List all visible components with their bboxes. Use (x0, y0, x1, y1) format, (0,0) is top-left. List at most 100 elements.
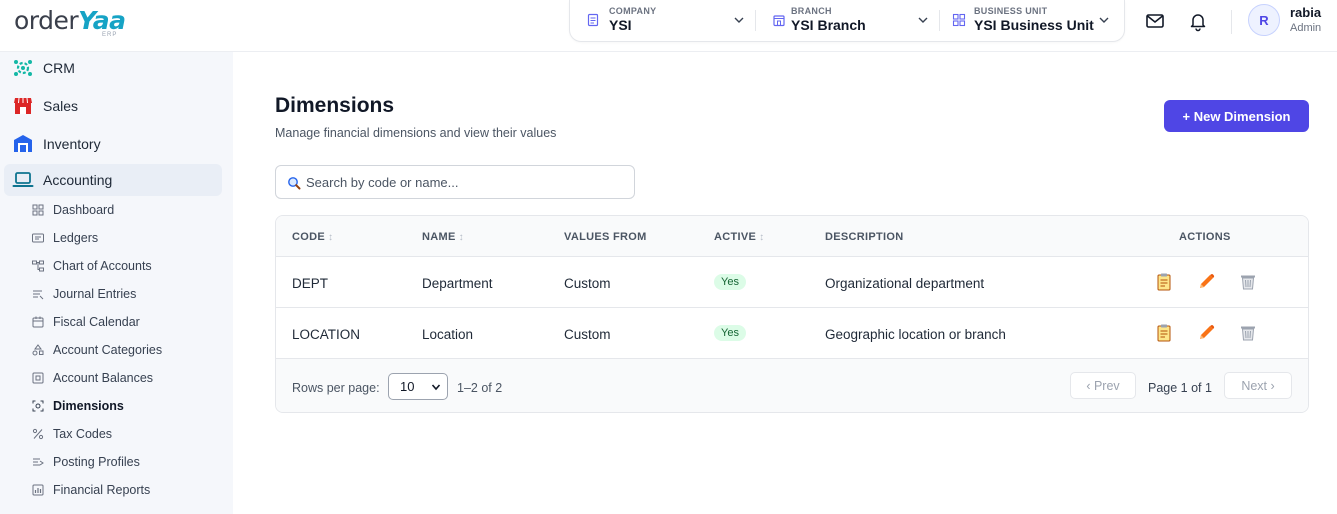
sidebar-item-label: Chart of Accounts (53, 259, 152, 273)
sidebar-item-label: CRM (43, 60, 75, 76)
sidebar-item-label: Accounting (43, 172, 113, 188)
sidebar-item-label: Account Balances (53, 371, 154, 385)
sidebar-item-label: Posting Profiles (53, 455, 140, 469)
warehouse-icon (14, 135, 32, 152)
column-header-name[interactable]: NAME ↕ (422, 231, 464, 243)
laptop-icon (12, 172, 34, 187)
sidebar-item-inventory[interactable]: Inventory (4, 128, 222, 160)
sidebar-item-financial-reports[interactable]: Financial Reports (28, 478, 222, 502)
cell-name: Location (422, 327, 474, 342)
sidebar-item-label: Tax Codes (53, 427, 113, 441)
sidebar-item-label: Ledgers (53, 231, 99, 245)
sort-icon: ↕ (327, 232, 334, 243)
business-unit-selector[interactable]: BUSINESS UNIT YSI Business Unit (940, 0, 1124, 41)
cell-values-from: Custom (564, 327, 611, 342)
chevron-down-icon (918, 17, 928, 23)
percent-icon (32, 428, 44, 440)
table-footer: Rows per page: 10 1–2 of 2 ‹ Prev Page 1… (276, 359, 1308, 412)
sidebar-item-fiscal-calendar[interactable]: Fiscal Calendar (28, 310, 222, 334)
sidebar-item-label: Sales (43, 98, 79, 114)
column-header-values-from: VALUES FROM (564, 231, 647, 243)
categories-icon (32, 344, 44, 356)
journal-icon (33, 290, 44, 300)
view-values-icon[interactable] (1154, 323, 1174, 343)
sidebar-item-dimensions[interactable]: Dimensions (28, 394, 222, 418)
brand-name-part2: Yaa (78, 6, 126, 35)
rows-per-page-value: 10 (400, 379, 415, 394)
column-header-actions: ACTIONS (1179, 231, 1231, 243)
search-box (275, 165, 635, 199)
cell-values-from: Custom (564, 276, 611, 291)
delete-icon[interactable] (1238, 323, 1258, 343)
delete-icon[interactable] (1238, 272, 1258, 292)
posting-icon (33, 458, 44, 466)
calendar-icon (32, 316, 44, 328)
column-header-code[interactable]: CODE ↕ (292, 231, 333, 243)
chevron-down-icon (1099, 17, 1109, 23)
branch-label: BRANCH (791, 6, 832, 16)
status-badge: Yes (714, 274, 746, 290)
cell-name: Department (422, 276, 493, 291)
sidebar-item-journal-entries[interactable]: Journal Entries (28, 282, 222, 306)
divider (1231, 10, 1232, 34)
sidebar-item-account-balances[interactable]: Account Balances (28, 366, 222, 390)
company-selector[interactable]: COMPANY YSI (570, 0, 755, 41)
cell-description: Geographic location or branch (825, 327, 1006, 342)
sidebar-item-sales[interactable]: Sales (4, 90, 222, 122)
view-values-icon[interactable] (1154, 272, 1174, 292)
sidebar-item-dashboard[interactable]: Dashboard (28, 198, 222, 222)
brand-logo[interactable]: orderYaa ERP (14, 6, 126, 40)
sidebar-item-crm[interactable]: CRM (4, 52, 222, 84)
new-dimension-button[interactable]: + New Dimension (1164, 100, 1309, 132)
cell-description: Organizational department (825, 276, 985, 291)
chevron-down-icon (431, 384, 441, 391)
hierarchy-icon (32, 260, 44, 272)
report-icon (32, 484, 44, 496)
edit-icon[interactable] (1196, 272, 1216, 292)
building-icon (773, 15, 785, 27)
sidebar-item-label: Inventory (43, 136, 101, 152)
branch-value: YSI Branch (791, 17, 866, 33)
table-header: CODE ↕ NAME ↕ VALUES FROM ACTIVE ↕ DESCRIPT… (276, 216, 1308, 257)
user-role: Admin (1290, 22, 1322, 34)
sidebar-item-posting-profiles[interactable]: Posting Profiles (28, 450, 222, 474)
rows-per-page-select[interactable]: 10 (388, 373, 448, 400)
page-subtitle: Manage financial dimensions and view the… (275, 126, 557, 140)
status-badge: Yes (714, 325, 746, 341)
page-info: Page 1 of 1 (1148, 381, 1212, 395)
prev-page-button[interactable]: ‹ Prev (1070, 372, 1136, 399)
brand-tagline: ERP (102, 32, 118, 38)
avatar[interactable]: R (1248, 4, 1280, 36)
sidebar-item-tax-codes[interactable]: Tax Codes (28, 422, 222, 446)
dimensions-table: CODE ↕ NAME ↕ VALUES FROM ACTIVE ↕ DESCRIPT… (275, 215, 1309, 413)
sidebar-item-accounting[interactable]: Accounting (4, 164, 222, 196)
context-selector-bar: COMPANY YSI BRANCH YSI Branch BUSINESS U… (569, 0, 1125, 42)
rows-per-page-label: Rows per page: (292, 381, 380, 395)
bell-icon[interactable] (1187, 10, 1209, 32)
sidebar-item-chart-of-accounts[interactable]: Chart of Accounts (28, 254, 222, 278)
dimensions-icon (32, 400, 44, 412)
brand-name-part1: order (14, 6, 79, 35)
user-name[interactable]: rabia (1290, 5, 1321, 20)
top-bar: orderYaa ERP COMPANY YSI BRANCH YSI Bran… (0, 0, 1337, 52)
sidebar-item-account-categories[interactable]: Account Categories (28, 338, 222, 362)
search-icon (288, 177, 301, 190)
sidebar-item-label: Dimensions (53, 399, 124, 413)
sidebar-item-label: Dashboard (53, 203, 115, 217)
balance-icon (32, 372, 44, 384)
sidebar-item-label: Account Categories (53, 343, 163, 357)
company-label: COMPANY (609, 6, 657, 16)
table-row[interactable]: DEPT Department Custom Yes Organizationa… (276, 257, 1308, 308)
search-input[interactable] (306, 172, 626, 192)
mail-icon[interactable] (1144, 10, 1166, 32)
edit-icon[interactable] (1196, 323, 1216, 343)
cell-code: LOCATION (292, 327, 361, 342)
next-page-button[interactable]: Next › (1224, 372, 1292, 399)
sidebar-item-label: Fiscal Calendar (53, 315, 140, 329)
column-header-active[interactable]: ACTIVE ↕ (714, 231, 764, 243)
users-gear-icon (14, 60, 32, 76)
table-row[interactable]: LOCATION Location Custom Yes Geographic … (276, 308, 1308, 359)
sidebar-item-ledgers[interactable]: Ledgers (28, 226, 222, 250)
branch-selector[interactable]: BRANCH YSI Branch (756, 0, 939, 41)
storefront-icon (14, 97, 32, 114)
